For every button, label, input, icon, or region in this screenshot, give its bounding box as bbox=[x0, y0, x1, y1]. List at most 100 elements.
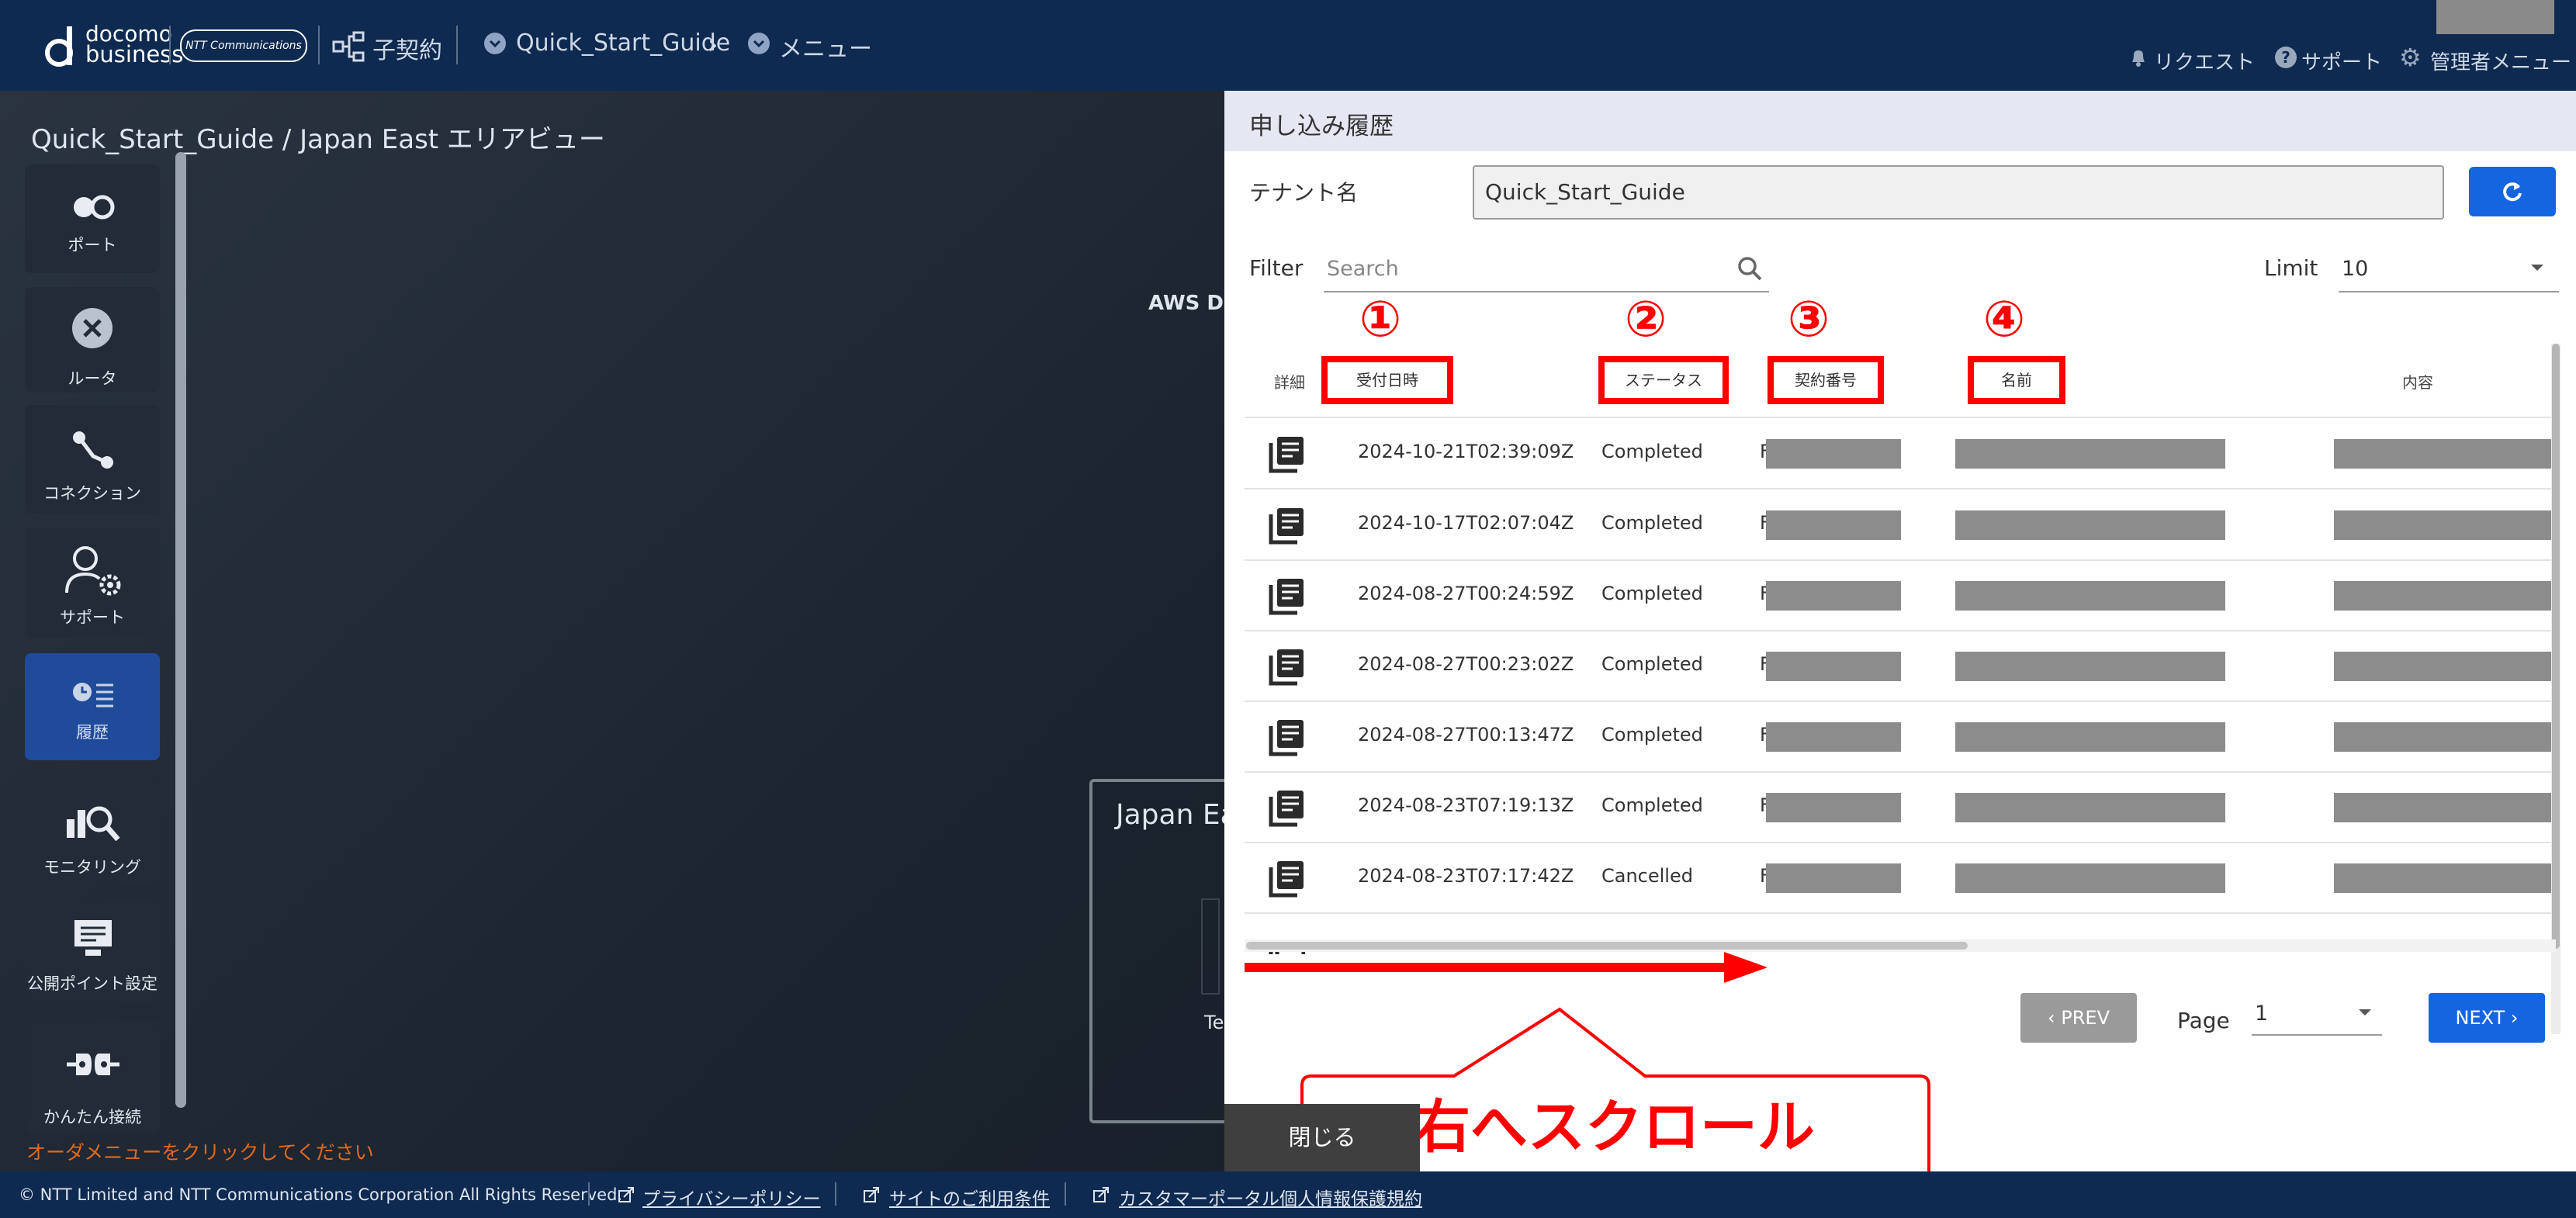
column-header-label: ステータス bbox=[1625, 371, 1702, 389]
column-header-status[interactable]: ステータス bbox=[1598, 356, 1729, 404]
support-user-icon bbox=[64, 545, 126, 599]
received-at: 2024-10-21T02:39:09Z bbox=[1358, 441, 1574, 462]
page-title: Quick_Start_Guide / Japan East エリアビュー bbox=[31, 124, 605, 155]
search-icon bbox=[1738, 257, 1762, 281]
page-value: 1 bbox=[2255, 1002, 2269, 1026]
vertical-scrollbar-thumb[interactable] bbox=[2552, 344, 2560, 949]
column-header-contract-number[interactable]: 契約番号 bbox=[1768, 356, 1884, 404]
redacted-name bbox=[1955, 510, 2225, 540]
bell-icon bbox=[2128, 47, 2149, 68]
status: Completed bbox=[1601, 794, 1703, 816]
close-button[interactable]: 閉じる bbox=[1224, 1104, 1420, 1171]
sidebar-item-label: 公開ポイント設定 bbox=[27, 974, 158, 993]
chevron-right-icon: › bbox=[2505, 1007, 2519, 1029]
horizontal-scrollbar-thumb[interactable] bbox=[1246, 942, 1968, 950]
received-at: 2024-10-17T02:07:04Z bbox=[1358, 512, 1574, 534]
table-row[interactable]: 2024-08-23T07:19:13Z Completed F bbox=[1245, 772, 2553, 843]
privacy-policy-link[interactable]: プライバシーポリシー bbox=[642, 1184, 821, 1210]
avatar[interactable] bbox=[2436, 0, 2554, 34]
sidebar-item-history[interactable]: 履歴 bbox=[25, 653, 160, 760]
status: Completed bbox=[1601, 583, 1703, 604]
next-label: NEXT bbox=[2455, 1007, 2505, 1029]
sidebar-item-easy-connect[interactable]: かんたん接続 bbox=[25, 1021, 160, 1133]
search-input[interactable]: Search bbox=[1324, 246, 1769, 292]
sidebar-scrollbar[interactable] bbox=[175, 152, 186, 1108]
document-icon[interactable] bbox=[1268, 507, 1305, 545]
status: Completed bbox=[1601, 653, 1703, 675]
sidebar-item-monitoring[interactable]: モニタリング bbox=[25, 777, 160, 884]
table-row[interactable]: 2024-10-17T02:07:04Z Completed F bbox=[1245, 490, 2553, 561]
received-at: 2024-08-27T00:13:47Z bbox=[1358, 724, 1574, 746]
divider bbox=[1065, 1182, 1066, 1206]
document-icon[interactable] bbox=[1268, 860, 1305, 898]
help-icon: ? bbox=[2275, 47, 2297, 68]
breadcrumb-tenant[interactable]: Quick_Start_Guide bbox=[516, 29, 730, 57]
prev-label: PREV bbox=[2061, 1007, 2110, 1029]
table-row[interactable]: 2024-10-21T02:39:09Z Completed F bbox=[1245, 418, 2553, 490]
divider bbox=[318, 26, 320, 64]
redacted-content bbox=[2334, 863, 2553, 893]
document-icon[interactable] bbox=[1268, 789, 1305, 828]
next-button[interactable]: NEXT › bbox=[2429, 993, 2545, 1043]
refresh-icon bbox=[2503, 182, 2522, 202]
table-row[interactable]: 2024-08-27T00:24:59Z Completed F bbox=[1245, 560, 2553, 631]
request-link[interactable]: リクエスト bbox=[2154, 47, 2255, 75]
connection-icon bbox=[71, 430, 115, 470]
area-card-inner bbox=[1201, 898, 1220, 995]
admin-menu-link[interactable]: 管理者メニュー bbox=[2430, 47, 2571, 75]
document-icon[interactable] bbox=[1268, 648, 1305, 687]
received-at: 2024-08-27T00:24:59Z bbox=[1358, 583, 1574, 604]
order-history-dialog: 申し込み履歴 テナント名 Quick_Start_Guide Filter Se… bbox=[1224, 91, 2576, 1208]
support-link[interactable]: サポート bbox=[2301, 47, 2382, 75]
column-header-name[interactable]: 名前 bbox=[1968, 356, 2065, 404]
sub-contract-link[interactable]: 子契約 bbox=[372, 31, 442, 65]
sidebar-item-connection[interactable]: コネクション bbox=[25, 405, 160, 514]
redacted-content bbox=[2334, 652, 2553, 681]
redacted-name bbox=[1955, 652, 2225, 681]
redacted-contract-number bbox=[1766, 863, 1901, 893]
divider bbox=[169, 26, 171, 64]
hierarchy-icon bbox=[332, 29, 366, 64]
redacted-content bbox=[2334, 793, 2553, 822]
status: Completed bbox=[1601, 724, 1703, 746]
table-row[interactable]: 2024-08-27T00:13:47Z Completed F bbox=[1245, 701, 2553, 773]
divider bbox=[835, 1182, 836, 1206]
document-icon[interactable] bbox=[1268, 577, 1305, 616]
refresh-button[interactable] bbox=[2469, 167, 2556, 216]
column-header-label: 受付日時 bbox=[1356, 371, 1418, 389]
limit-select[interactable]: 10 bbox=[2339, 246, 2559, 292]
sidebar-item-support[interactable]: サポート bbox=[25, 528, 160, 638]
chevron-down-icon bbox=[2531, 265, 2543, 271]
page-select[interactable]: 1 bbox=[2252, 991, 2382, 1036]
terms-of-use-link[interactable]: サイトのご利用条件 bbox=[889, 1184, 1050, 1210]
table-row[interactable]: 2024-08-23T07:17:42Z Cancelled F bbox=[1245, 843, 2553, 914]
annotation-marker-4: ④ bbox=[1983, 291, 2026, 348]
column-header-received-at[interactable]: 受付日時 bbox=[1321, 356, 1453, 404]
breadcrumb-menu[interactable]: メニュー bbox=[779, 29, 872, 64]
redacted-contract-number bbox=[1766, 439, 1901, 469]
annotation-marker-2: ② bbox=[1625, 291, 1667, 348]
column-header-detail: 詳細 bbox=[1274, 373, 1305, 392]
redacted-name bbox=[1955, 863, 2225, 893]
prev-button[interactable]: ‹ PREV bbox=[2020, 993, 2137, 1043]
table-row[interactable]: 2024-08-27T00:23:02Z Completed F bbox=[1245, 631, 2553, 702]
customer-privacy-link[interactable]: カスタマーポータル個人情報保護規約 bbox=[1119, 1184, 1422, 1210]
copyright: © NTT Limited and NTT Communications Cor… bbox=[19, 1185, 623, 1204]
sidebar-item-router[interactable]: ルータ bbox=[25, 287, 160, 393]
status: Cancelled bbox=[1601, 865, 1693, 887]
document-icon[interactable] bbox=[1268, 435, 1305, 474]
sidebar-item-public-point[interactable]: 公開ポイント設定 bbox=[25, 900, 160, 1002]
limit-label: Limit bbox=[2264, 255, 2318, 281]
redacted-contract-number bbox=[1766, 722, 1901, 752]
sidebar-item-label: かんたん接続 bbox=[43, 1108, 141, 1126]
tenant-field[interactable]: Quick_Start_Guide bbox=[1473, 165, 2444, 220]
public-point-icon bbox=[73, 919, 113, 957]
status: Completed bbox=[1601, 441, 1703, 462]
page-label: Page bbox=[2177, 1008, 2230, 1033]
search-placeholder: Search bbox=[1327, 257, 1399, 281]
vertical-scrollbar[interactable] bbox=[2551, 344, 2560, 1034]
sidebar-item-port[interactable]: ポート bbox=[25, 164, 160, 273]
check-circle-icon bbox=[748, 33, 770, 54]
top-navbar: docomo business NTT Communications 子契約 Q… bbox=[0, 0, 2576, 91]
document-icon[interactable] bbox=[1268, 718, 1305, 757]
